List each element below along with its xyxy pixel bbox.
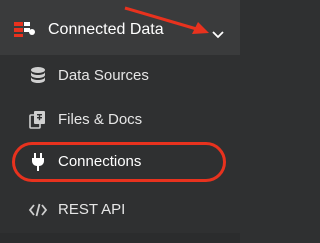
connected-data-header[interactable]: Connected Data <box>0 0 240 55</box>
menu-item-files-docs[interactable]: Files & Docs <box>0 100 240 140</box>
menu-item-label: REST API <box>58 201 126 218</box>
files-icon <box>28 110 48 130</box>
menu-item-label: Files & Docs <box>58 111 143 128</box>
menu-item-label: Connections <box>58 153 142 170</box>
database-icon <box>28 66 48 86</box>
header-title: Connected Data <box>48 21 164 38</box>
chevron-down-icon[interactable] <box>211 27 225 39</box>
menu-item-label: Data Sources <box>58 67 149 84</box>
menu-item-connections[interactable]: Connections <box>0 142 240 182</box>
code-icon <box>28 200 48 220</box>
connected-data-icon <box>14 21 36 37</box>
menu-item-data-sources[interactable]: Data Sources <box>0 56 240 96</box>
bottom-divider <box>0 233 240 243</box>
plug-icon <box>28 152 48 172</box>
menu-item-rest-api[interactable]: REST API <box>0 190 240 230</box>
connected-data-menu: Connected Data Data Sources Files & Docs… <box>0 0 240 243</box>
